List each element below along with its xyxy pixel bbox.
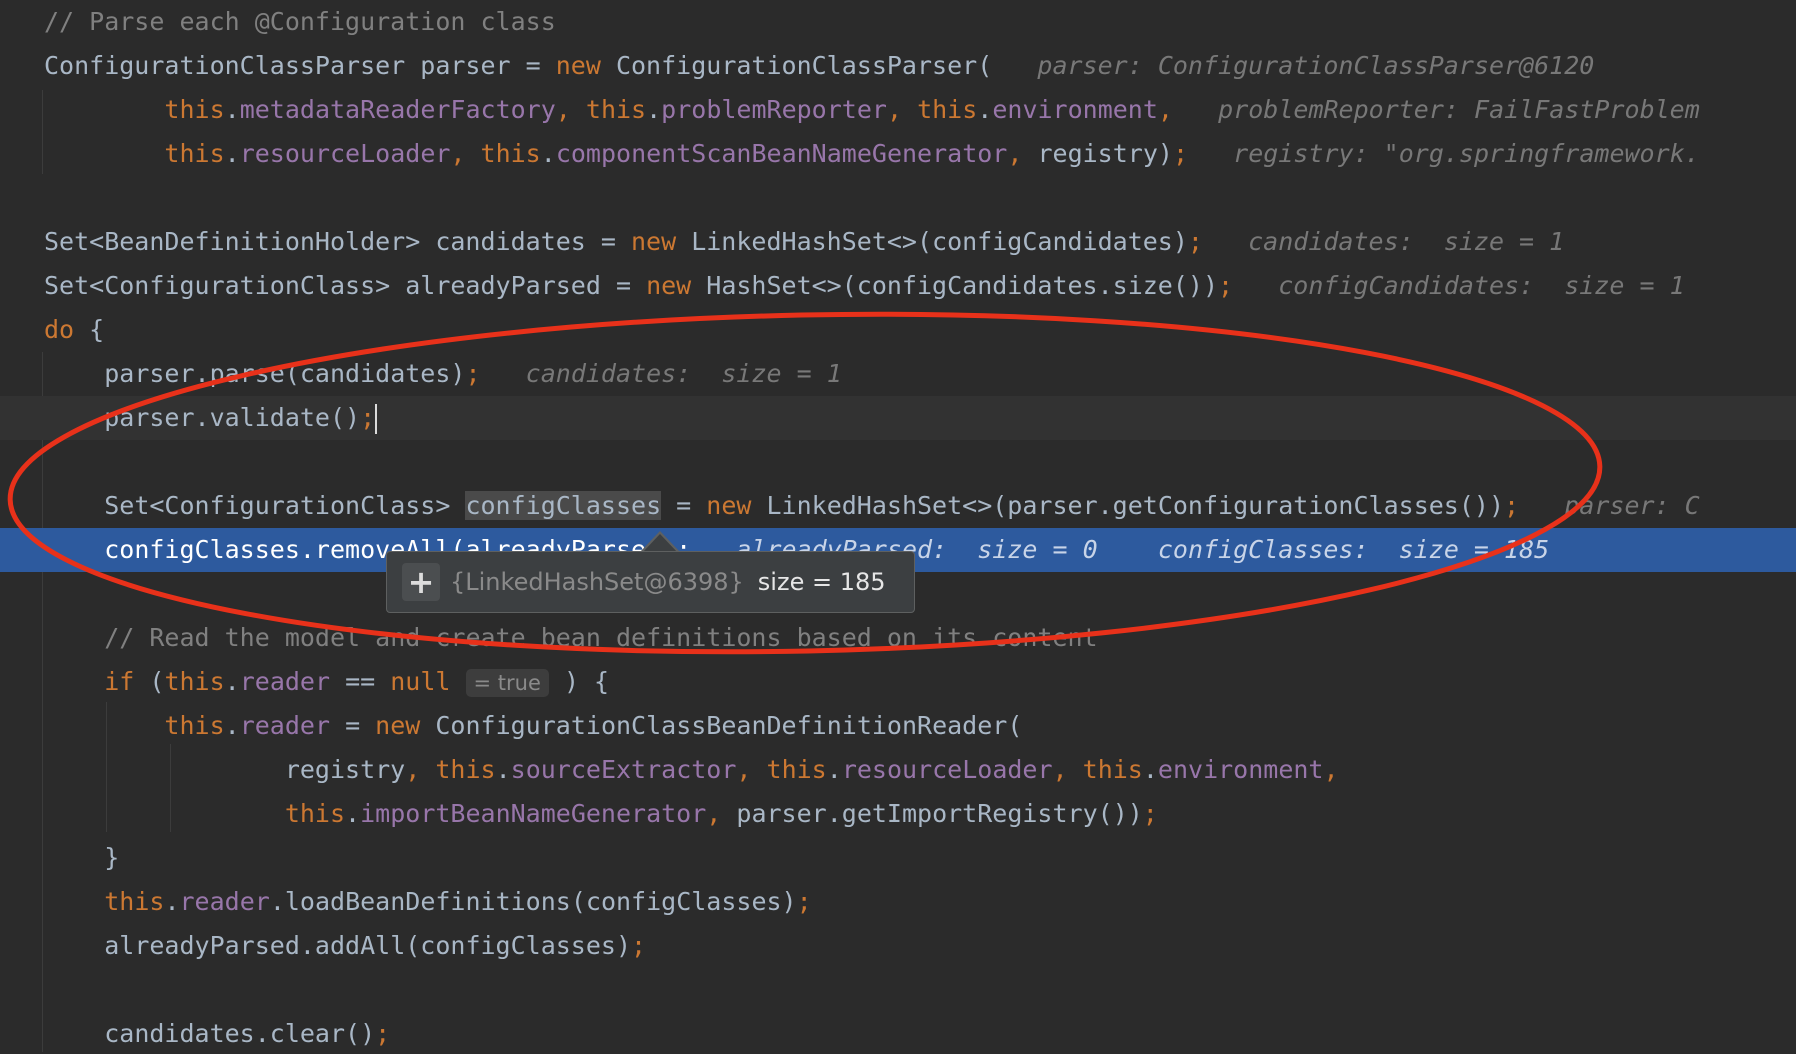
inlay-value-hint: = true — [465, 669, 549, 697]
code-text: ConfigurationClassParser( — [600, 51, 993, 80]
code-text: registry — [284, 755, 406, 784]
code-text: Set<BeanDefinitionHolder> candidates = — [44, 227, 631, 256]
code-text: LinkedHashSet<>(parser.getConfigurationC… — [751, 491, 1505, 520]
inline-debug-hint: candidates: size = 1 — [525, 359, 842, 388]
code-line-24[interactable]: candidates.clear(); — [0, 1012, 1796, 1054]
code-text: registry) — [1037, 139, 1173, 168]
field-name: sourceExtractor — [510, 755, 737, 784]
comment: // Read the model and create bean defini… — [104, 623, 1098, 652]
inline-debug-hint: configCandidates: size = 1 — [1278, 271, 1685, 300]
keyword-this: this — [164, 95, 225, 124]
code-line-6[interactable]: Set<BeanDefinitionHolder> candidates = n… — [0, 220, 1796, 264]
debug-value-tooltip[interactable]: + {LinkedHashSet@6398} size = 185 — [386, 551, 915, 613]
field-name: componentScanBeanNameGenerator — [555, 139, 1008, 168]
code-text: candidates.clear() — [104, 1019, 376, 1048]
code-text: ConfigurationClassParser parser = — [44, 51, 556, 80]
keyword-this: this — [585, 95, 647, 124]
field-name: resourceLoader — [239, 139, 451, 168]
highlighted-variable[interactable]: configClasses — [465, 491, 662, 520]
inline-debug-hint: candidates: size = 1 — [1248, 227, 1565, 256]
field-name: importBeanNameGenerator — [360, 799, 707, 828]
text-caret — [375, 404, 378, 434]
code-text: { — [74, 315, 105, 344]
object-id: {LinkedHashSet@6398} — [450, 568, 744, 596]
code-line-3[interactable]: this.metadataReaderFactory, this.problem… — [0, 88, 1796, 132]
code-line-16[interactable]: if (this.reader == null = true ) { — [0, 660, 1796, 704]
code-editor[interactable]: // Parse each @Configuration class Confi… — [0, 0, 1796, 1054]
keyword-this: this — [435, 755, 496, 784]
keyword-if: if — [104, 667, 135, 696]
code-line-20[interactable]: } — [0, 836, 1796, 880]
plus-icon[interactable]: + — [402, 563, 440, 601]
inline-debug-hint: problemReporter: FailFastProblem — [1218, 95, 1700, 124]
code-line-9[interactable]: parser.parse(candidates); candidates: si… — [0, 352, 1796, 396]
field-name: environment — [992, 95, 1158, 124]
code-line-17[interactable]: this.reader = new ConfigurationClassBean… — [0, 704, 1796, 748]
code-text: Set<ConfigurationClass> alreadyParsed = — [44, 271, 647, 300]
code-line-4[interactable]: this.resourceLoader, this.componentScanB… — [0, 132, 1796, 176]
keyword-this: this — [104, 887, 165, 916]
code-text: ConfigurationClassBeanDefinitionReader( — [420, 711, 1023, 740]
code-text: LinkedHashSet<>(configCandidates) — [676, 227, 1188, 256]
field-name: resourceLoader — [841, 755, 1053, 784]
keyword-this: this — [766, 755, 827, 784]
keyword-null: null — [390, 667, 451, 696]
keyword-this: this — [917, 95, 978, 124]
inline-debug-hint: parser: C — [1564, 491, 1700, 520]
field-name: reader — [179, 887, 270, 916]
keyword-this: this — [284, 799, 346, 828]
keyword-new: new — [631, 227, 677, 256]
field-name: reader — [239, 667, 331, 696]
code-text: parser.parse(candidates) — [104, 359, 466, 388]
code-line-10-current[interactable]: parser.validate(); — [0, 396, 1796, 440]
code-line-19[interactable]: this.importBeanNameGenerator, parser.get… — [0, 792, 1796, 836]
code-text: parser.getImportRegistry()) — [736, 799, 1143, 828]
code-line-22[interactable]: alreadyParsed.addAll(configClasses); — [0, 924, 1796, 968]
field-name: environment — [1157, 755, 1324, 784]
inline-debug-hint: registry: "org.springframework. — [1233, 139, 1700, 168]
keyword-new: new — [646, 271, 692, 300]
keyword-this: this — [164, 139, 225, 168]
code-line-7[interactable]: Set<ConfigurationClass> alreadyParsed = … — [0, 264, 1796, 308]
code-line-21[interactable]: this.reader.loadBeanDefinitions(configCl… — [0, 880, 1796, 924]
code-line-12[interactable]: Set<ConfigurationClass> configClasses = … — [0, 484, 1796, 528]
keyword-new: new — [375, 711, 421, 740]
field-name: reader — [239, 711, 331, 740]
keyword-this: this — [1082, 755, 1143, 784]
keyword-do: do — [44, 315, 75, 344]
code-line-18[interactable]: registry, this.sourceExtractor, this.res… — [0, 748, 1796, 792]
size-value: size = 185 — [757, 568, 886, 596]
inline-debug-hint: parser: ConfigurationClassParser@6120 — [1037, 51, 1595, 80]
inline-debug-hint: configClasses: size = 185 — [1157, 535, 1550, 564]
closing-brace: } — [104, 843, 120, 872]
field-name: metadataReaderFactory — [239, 95, 556, 124]
keyword-new: new — [555, 51, 601, 80]
code-line-8[interactable]: do { — [0, 308, 1796, 352]
code-line-15[interactable]: // Read the model and create bean defini… — [0, 616, 1796, 660]
keyword-this: this — [480, 139, 541, 168]
comment: // Parse each @Configuration class — [44, 7, 556, 36]
code-text: Set<ConfigurationClass> — [104, 491, 466, 520]
code-line-1[interactable]: // Parse each @Configuration class — [0, 0, 1796, 44]
code-text: HashSet<>(configCandidates.size()) — [691, 271, 1219, 300]
keyword-this: this — [164, 667, 225, 696]
keyword-this: this — [164, 711, 225, 740]
code-text: = — [661, 491, 707, 520]
code-text: alreadyParsed.addAll(configClasses) — [104, 931, 632, 960]
field-name: problemReporter — [661, 95, 887, 124]
code-text: parser.validate() — [104, 403, 361, 432]
code-text: .loadBeanDefinitions(configClasses) — [269, 887, 797, 916]
code-line-2[interactable]: ConfigurationClassParser parser = new Co… — [0, 44, 1796, 88]
keyword-new: new — [706, 491, 752, 520]
